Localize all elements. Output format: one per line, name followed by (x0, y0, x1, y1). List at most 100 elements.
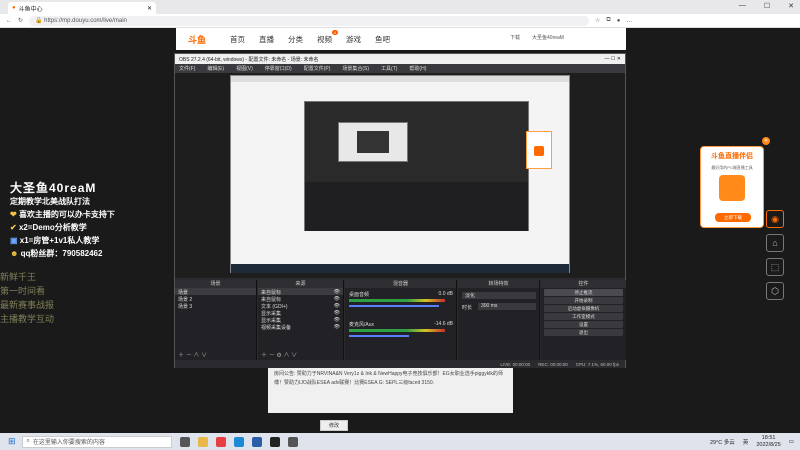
scene-item[interactable]: 场景 (175, 288, 256, 296)
edge-icon[interactable] (233, 436, 244, 447)
nav-live[interactable]: 直播 (259, 34, 274, 45)
obs-taskbar-icon[interactable] (269, 436, 280, 447)
tab-close-icon[interactable]: ✕ (147, 5, 152, 12)
clock-time: 18:51 (761, 435, 776, 441)
browser-tab[interactable]: ● 斗鱼中心 ✕ (8, 2, 156, 14)
profile-icon[interactable]: ● (617, 18, 621, 24)
maximize-icon[interactable]: ☐ (764, 2, 770, 10)
source-item[interactable]: 显示采集 👁 (258, 309, 343, 317)
move-up-icon[interactable]: ∧ (283, 353, 289, 359)
eye-icon[interactable]: 👁 (334, 289, 340, 295)
nav-yuba[interactable]: 鱼吧 (375, 34, 390, 45)
eye-icon[interactable]: 👁 (334, 296, 340, 302)
card-close-icon[interactable]: ✕ (762, 137, 770, 145)
screen-icon[interactable]: ⬚ (766, 258, 784, 276)
controls-dock: 控件 停止推流 开始录制 启动虚拟摄像机 工作室模式 设置 退出 (541, 280, 626, 360)
source-item[interactable]: 来自鼠标 👁 (258, 288, 343, 296)
clock[interactable]: 18:51 2022/8/25 (756, 435, 780, 449)
file-explorer-icon[interactable] (197, 436, 208, 447)
sources-dock: 来源 来自鼠标 👁 来自鼠标 👁 文本 (GDI+) 👁 显示采集 👁 显示采集 👁 视频… (258, 280, 344, 360)
start-recording-button[interactable]: 开始录制 (544, 297, 623, 304)
nav-video[interactable]: 视频 4 (317, 29, 339, 45)
eye-icon[interactable]: 👁 (334, 317, 340, 323)
nested-preview (338, 122, 408, 162)
scene-item[interactable]: 场景 3 (175, 302, 256, 310)
move-down-icon[interactable]: ∨ (201, 353, 207, 359)
douyu-logo[interactable]: 斗鱼 (188, 33, 206, 46)
cube-icon[interactable]: ⬡ (766, 282, 784, 300)
move-up-icon[interactable]: ∧ (193, 353, 199, 359)
nav-home[interactable]: 首页 (230, 34, 245, 45)
volume-slider[interactable] (349, 335, 409, 337)
home-icon[interactable]: ⌂ (766, 234, 784, 252)
nav-video-label: 视频 (317, 34, 333, 44)
transition-select[interactable]: 淡化 (462, 292, 536, 299)
close-icon[interactable]: ✕ (788, 2, 794, 10)
scenes-header: 场景 (175, 280, 256, 288)
transition-dock: 转场特效 淡化 时长 300 ms (458, 280, 540, 360)
settings-button[interactable]: 设置 (544, 321, 623, 328)
obs-preview[interactable] (175, 73, 625, 278)
menu-scene-collection[interactable]: 场景集合(S) (342, 65, 369, 72)
sources-header: 来源 (258, 280, 343, 288)
menu-docks[interactable]: 停靠窗口(D) (265, 65, 292, 72)
duration-label: 时长 (462, 305, 473, 311)
settings-icon[interactable]: ⚙ (276, 353, 281, 359)
source-item[interactable]: 视频采集设备 👁 (258, 323, 343, 331)
volume-slider[interactable] (349, 305, 439, 307)
add-source-icon[interactable]: ＋ (261, 353, 267, 359)
user-name[interactable]: 大圣鱼40reaM (532, 34, 564, 41)
scene-toolbar: ＋ － ∧ ∨ (178, 350, 207, 359)
eye-icon[interactable]: 👁 (334, 310, 340, 316)
eye-icon[interactable]: 👁 (334, 303, 340, 309)
url-field[interactable]: 🔒 https://mp.douyu.com/live/main (29, 15, 590, 26)
weather-text[interactable]: 29°C 多云 (710, 438, 735, 446)
notification-icon[interactable]: ▭ (789, 439, 794, 445)
app-icon[interactable] (287, 436, 298, 447)
refresh-icon[interactable]: ↻ (18, 17, 23, 24)
source-item[interactable]: 文本 (GDI+) 👁 (258, 302, 343, 310)
more-icon[interactable]: … (626, 18, 632, 24)
taskbar-search[interactable]: ⌕ 在这里输入你要搜索的内容 (21, 435, 172, 448)
remove-scene-icon[interactable]: － (186, 353, 192, 359)
scene-item[interactable]: 场景 2 (175, 295, 256, 303)
menu-tools[interactable]: 工具(T) (381, 65, 397, 72)
minimize-icon[interactable]: — (739, 2, 746, 10)
favorites-icon[interactable]: ☆ (595, 17, 600, 24)
add-scene-icon[interactable]: ＋ (178, 353, 184, 359)
douyu-companion-card[interactable]: 斗鱼直播伴侣 最好用的PC端直播工具 立即下载 (700, 146, 764, 228)
source-item[interactable]: 来自鼠标 👁 (258, 295, 343, 303)
move-down-icon[interactable]: ∨ (291, 353, 297, 359)
info-line: ▣ x1=房管+1v1私人教学 (10, 234, 115, 247)
obs-docks: 场景 场景 场景 2 场景 3 ＋ － ∧ ∨ 来源 来自鼠标 👁 来自鼠标 👁 文… (175, 280, 626, 360)
store-icon[interactable] (251, 436, 262, 447)
menu-profile[interactable]: 配置文件(P) (304, 65, 331, 72)
remove-source-icon[interactable]: － (269, 353, 275, 359)
window-controls: — ☐ ✕ (739, 2, 794, 10)
menu-view[interactable]: 视图(V) (236, 65, 253, 72)
windows-start-icon[interactable]: ⊞ (8, 436, 16, 447)
stop-streaming-button[interactable]: 停止推流 (544, 289, 623, 296)
collections-icon[interactable]: ⧉ (606, 17, 610, 24)
source-item[interactable]: 显示采集 👁 (258, 316, 343, 324)
nav-category[interactable]: 分类 (288, 34, 303, 45)
info-line-text: qq粉丝群：790582462 (20, 249, 103, 258)
task-view-icon[interactable] (179, 436, 190, 447)
download-button[interactable]: 立即下载 (715, 213, 751, 222)
download-link[interactable]: 下载 (510, 34, 520, 41)
menu-help[interactable]: 帮助(H) (409, 65, 426, 72)
studio-mode-button[interactable]: 工作室模式 (544, 313, 623, 320)
duration-input[interactable]: 300 ms (478, 303, 536, 310)
chrome-icon[interactable] (215, 436, 226, 447)
menu-edit[interactable]: 编辑(E) (207, 65, 224, 72)
menu-file[interactable]: 文件(F) (179, 65, 195, 72)
edit-announcement-button[interactable]: 修改 (320, 420, 348, 431)
cpu-status: CPU: 7.1%, 60.00 fps (575, 361, 619, 367)
nav-game[interactable]: 游戏 (346, 34, 361, 45)
eye-icon[interactable]: 👁 (334, 324, 340, 330)
exit-button[interactable]: 退出 (544, 329, 623, 336)
language-indicator[interactable]: 英 (743, 438, 749, 446)
record-icon[interactable]: ◉ (766, 210, 784, 228)
back-icon[interactable]: ← (6, 18, 12, 24)
virtual-camera-button[interactable]: 启动虚拟摄像机 (544, 305, 623, 312)
